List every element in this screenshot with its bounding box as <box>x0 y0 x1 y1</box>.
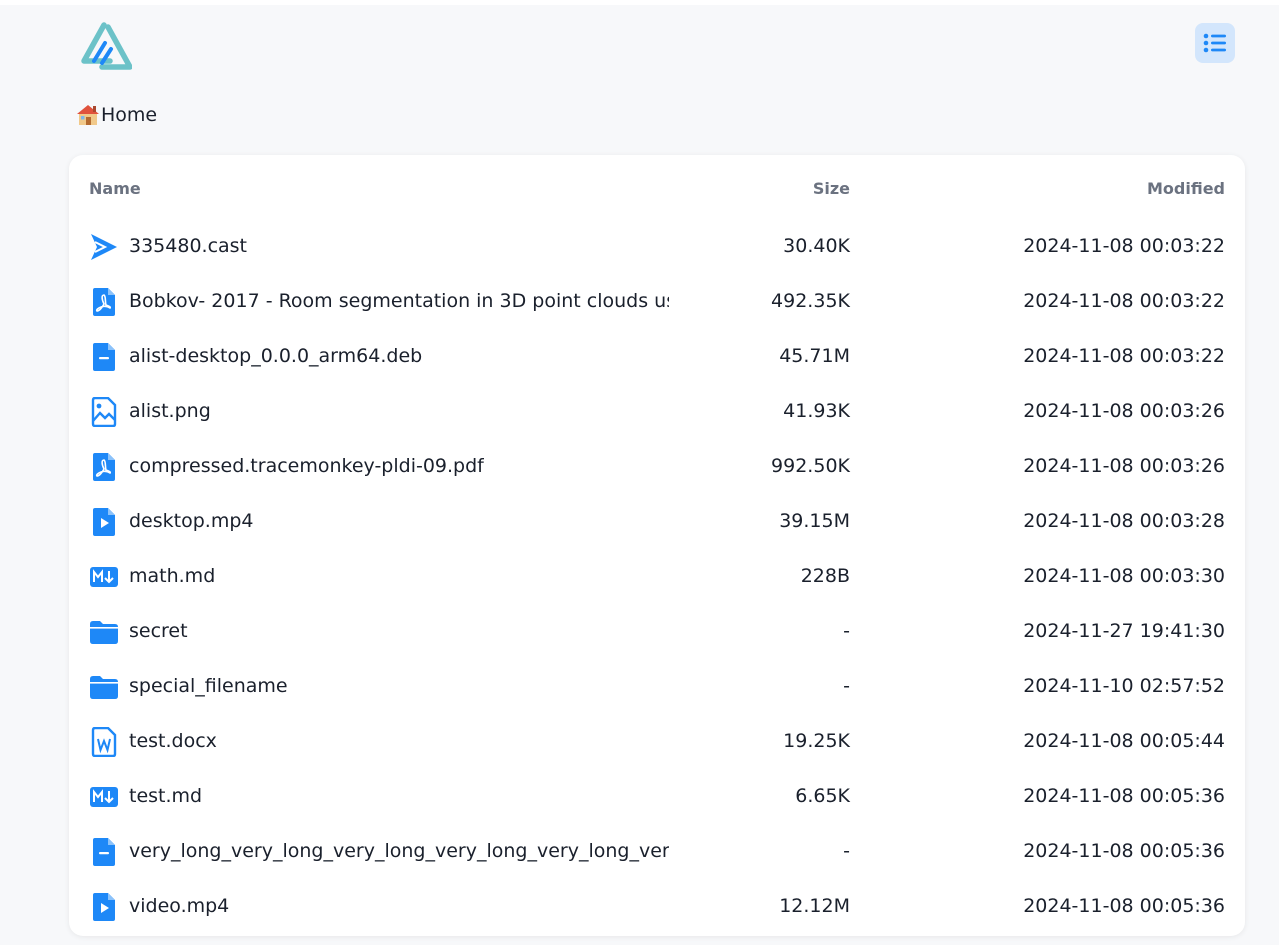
file-size: 30.40K <box>783 235 850 257</box>
file-size: - <box>843 675 850 697</box>
column-header-size[interactable]: Size <box>813 179 850 198</box>
pdf-file-icon <box>89 287 119 317</box>
file-modified: 2024-11-08 00:05:36 <box>1023 785 1225 807</box>
file-list-row[interactable]: special_filename - 2024-11-10 02:57:52 <box>69 659 1245 714</box>
folder-icon <box>89 672 119 702</box>
folder-icon <box>89 617 119 647</box>
file-list-row[interactable]: math.md 228B 2024-11-08 00:03:30 <box>69 549 1245 604</box>
file-modified: 2024-11-08 00:03:22 <box>1023 235 1225 257</box>
house-emoji-icon <box>77 105 99 125</box>
list-icon <box>1203 33 1226 53</box>
file-list-header: Name Size Modified <box>89 179 1225 199</box>
file-list-row[interactable]: compressed.tracemonkey-pldi-09.pdf 992.5… <box>69 439 1245 494</box>
file-list-row[interactable]: video.mp4 12.12M 2024-11-08 00:05:36 <box>69 879 1245 934</box>
file-modified: 2024-11-08 00:05:36 <box>1023 895 1225 917</box>
file-size: 12.12M <box>779 895 850 917</box>
file-modified: 2024-11-10 02:57:52 <box>1023 675 1225 697</box>
file-size: - <box>843 840 850 862</box>
file-modified: 2024-11-08 00:03:22 <box>1023 290 1225 312</box>
file-size: 19.25K <box>783 730 850 752</box>
file-modified: 2024-11-08 00:03:28 <box>1023 510 1225 532</box>
file-modified: 2024-11-08 00:03:30 <box>1023 565 1225 587</box>
file-size: - <box>843 620 850 642</box>
file-name[interactable]: very_long_very_long_very_long_very_long_… <box>129 840 669 862</box>
file-size: 228B <box>800 565 850 587</box>
file-list-rows: 335480.cast 30.40K 2024-11-08 00:03:22 B… <box>69 219 1245 934</box>
file-list-panel: Name Size Modified 335480.cast 30.40K 20… <box>69 155 1245 936</box>
file-size: 6.65K <box>795 785 850 807</box>
file-size: 39.15M <box>779 510 850 532</box>
file-list-row[interactable]: Bobkov- 2017 - Room segmentation in 3D p… <box>69 274 1245 329</box>
file-modified: 2024-11-08 00:03:26 <box>1023 400 1225 422</box>
file-size: 492.35K <box>771 290 850 312</box>
markdown-file-icon <box>89 562 119 592</box>
markdown-file-icon <box>89 782 119 812</box>
file-list-row[interactable]: alist.png 41.93K 2024-11-08 00:03:26 <box>69 384 1245 439</box>
file-name[interactable]: test.docx <box>129 730 217 752</box>
breadcrumb-home-label: Home <box>101 104 158 126</box>
file-name[interactable]: alist.png <box>129 400 211 422</box>
file-list-row[interactable]: 335480.cast 30.40K 2024-11-08 00:03:22 <box>69 219 1245 274</box>
image-file-icon <box>89 396 119 428</box>
alist-logo[interactable] <box>80 21 132 71</box>
file-size: 45.71M <box>779 345 850 367</box>
file-list-row[interactable]: alist-desktop_0.0.0_arm64.deb 45.71M 202… <box>69 329 1245 384</box>
generic-file-icon <box>89 837 119 867</box>
file-name[interactable]: compressed.tracemonkey-pldi-09.pdf <box>129 455 484 477</box>
cast-play-icon <box>89 232 119 262</box>
file-list-row[interactable]: test.docx 19.25K 2024-11-08 00:05:44 <box>69 714 1245 769</box>
layout-toggle-button[interactable] <box>1195 23 1235 63</box>
page: Home Name Size Modified 335480.cast 30.4… <box>0 5 1279 945</box>
file-list-row[interactable]: secret - 2024-11-27 19:41:30 <box>69 604 1245 659</box>
file-list-row[interactable]: very_long_very_long_very_long_very_long_… <box>69 824 1245 879</box>
video-file-icon <box>89 892 119 922</box>
file-name[interactable]: secret <box>129 620 188 642</box>
column-header-name[interactable]: Name <box>89 179 141 198</box>
file-name[interactable]: alist-desktop_0.0.0_arm64.deb <box>129 345 422 367</box>
column-header-modified[interactable]: Modified <box>1147 179 1225 198</box>
file-modified: 2024-11-08 00:03:22 <box>1023 345 1225 367</box>
generic-file-icon <box>89 342 119 372</box>
file-size: 992.50K <box>771 455 850 477</box>
pdf-file-icon <box>89 452 119 482</box>
file-modified: 2024-11-08 00:05:44 <box>1023 730 1225 752</box>
file-name[interactable]: math.md <box>129 565 215 587</box>
file-name[interactable]: test.md <box>129 785 202 807</box>
file-name[interactable]: video.mp4 <box>129 895 229 917</box>
file-name[interactable]: special_filename <box>129 675 288 697</box>
breadcrumb-home[interactable]: Home <box>76 103 157 127</box>
file-modified: 2024-11-08 00:05:36 <box>1023 840 1225 862</box>
file-list-row[interactable]: test.md 6.65K 2024-11-08 00:05:36 <box>69 769 1245 824</box>
file-modified: 2024-11-08 00:03:26 <box>1023 455 1225 477</box>
file-name[interactable]: 335480.cast <box>129 235 247 257</box>
file-name[interactable]: Bobkov- 2017 - Room segmentation in 3D p… <box>129 290 669 312</box>
file-size: 41.93K <box>783 400 850 422</box>
video-file-icon <box>89 507 119 537</box>
word-file-icon <box>89 726 119 758</box>
file-modified: 2024-11-27 19:41:30 <box>1023 620 1225 642</box>
file-name[interactable]: desktop.mp4 <box>129 510 253 532</box>
file-list-row[interactable]: desktop.mp4 39.15M 2024-11-08 00:03:28 <box>69 494 1245 549</box>
